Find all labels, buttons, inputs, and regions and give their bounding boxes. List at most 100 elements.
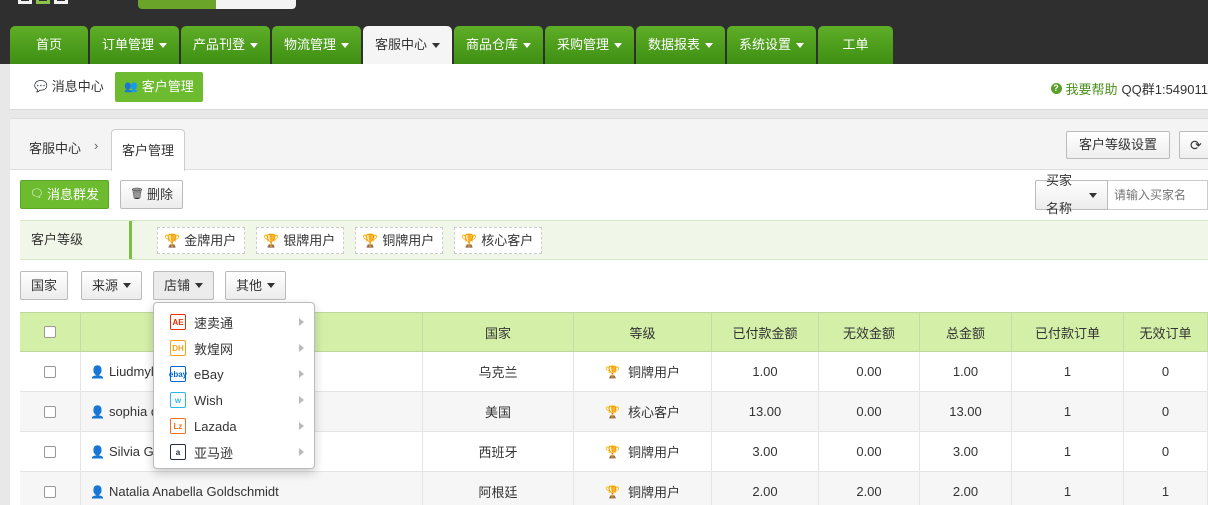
question-icon: ?: [1050, 83, 1062, 94]
level-tag-label: 银牌用户: [283, 233, 336, 248]
cell-invalid_orders: 0: [1124, 352, 1208, 391]
breadcrumb-separator: ›: [94, 138, 99, 153]
breadcrumb-current-tab[interactable]: 客户管理: [111, 129, 185, 171]
store-option-label: eBay: [194, 366, 224, 382]
trophy-icon: 🏆: [362, 233, 379, 248]
platform-logo-icon: ebay: [169, 366, 187, 382]
nav-tab-label: 客服中心: [375, 37, 428, 52]
header-cell-5: 无效金额: [819, 313, 920, 351]
brand-pill-left: [138, 0, 216, 9]
cell-country: 乌克兰: [423, 352, 574, 391]
chevron-right-icon: [299, 318, 304, 326]
cell-total: 1.00: [920, 352, 1012, 391]
chevron-right-icon: [299, 344, 304, 352]
refresh-button[interactable]: ⟳: [1179, 131, 1208, 159]
buyer-search-input[interactable]: [1108, 180, 1208, 210]
level-tag-1[interactable]: 🏆 银牌用户: [256, 227, 345, 254]
level-tag-2[interactable]: 🏆 铜牌用户: [355, 227, 444, 254]
cell-invalid: 0.00: [819, 352, 920, 391]
nav-tab-9[interactable]: 工单: [818, 26, 893, 64]
row-checkbox[interactable]: [44, 485, 56, 498]
nav-tab-5[interactable]: 商品仓库: [454, 26, 543, 64]
country-filter[interactable]: 国家: [20, 271, 69, 300]
store-option-2[interactable]: ebay eBay: [154, 361, 314, 387]
cell-paid_orders: 1: [1012, 472, 1124, 505]
level-tag-label: 核心客户: [481, 233, 534, 248]
nav-tab-0[interactable]: 首页: [10, 26, 88, 64]
help-link[interactable]: 我要帮助: [1066, 79, 1118, 98]
trophy-icon: 🏆: [164, 233, 181, 248]
chevron-down-icon: [195, 283, 204, 288]
trophy-icon: 🏆: [263, 233, 280, 248]
help-area: ? 我要帮助 QQ群1:549011: [1050, 79, 1208, 98]
row-checkbox[interactable]: [44, 445, 56, 458]
level-tag-0[interactable]: 🏆 金牌用户: [157, 227, 246, 254]
chevron-down-icon: [796, 42, 805, 48]
breadcrumb-home[interactable]: 客服中心: [29, 138, 81, 157]
nav-tab-3[interactable]: 物流管理: [272, 26, 361, 64]
cell-paid_orders: 1: [1012, 392, 1124, 431]
store-filter[interactable]: 店铺: [153, 271, 215, 300]
level-text: 铜牌用户: [627, 445, 680, 460]
trophy-icon: 🏆: [605, 444, 620, 459]
nav-tab-6[interactable]: 采购管理: [545, 26, 634, 64]
source-filter[interactable]: 来源: [81, 271, 143, 300]
chat-icon: 🗨: [30, 188, 44, 200]
chevron-right-icon: [299, 370, 304, 378]
nav-tab-4[interactable]: 客服中心: [363, 26, 452, 64]
cell-level: 🏆 核心客户: [574, 392, 712, 431]
header-cell-3: 等级: [574, 313, 712, 351]
table-row[interactable]: 👤 Natalia Anabella Goldschmidt 阿根廷 🏆 铜牌用户 2.0…: [20, 472, 1208, 505]
customer-level-filter: 客户等级 🏆 金牌用户 🏆 银牌用户 🏆 铜牌用户 🏆 核心客户: [20, 220, 1208, 260]
customer-name: Natalia Anabella Goldschmidt: [108, 484, 279, 499]
nav-tab-7[interactable]: 数据报表: [636, 26, 725, 64]
buyer-field-select[interactable]: 买家名称: [1035, 173, 1108, 216]
cell-chk: [20, 472, 81, 505]
nav-tab-1[interactable]: 订单管理: [90, 26, 179, 64]
store-option-4[interactable]: Lz Lazada: [154, 413, 314, 439]
select-all-checkbox[interactable]: [44, 326, 56, 338]
store-option-label: 敦煌网: [194, 341, 234, 357]
store-option-0[interactable]: AE 速卖通: [154, 309, 314, 335]
nav-tab-8[interactable]: 系统设置: [727, 26, 816, 64]
store-option-3[interactable]: w Wish: [154, 387, 314, 413]
header-cell-0[interactable]: [20, 313, 81, 351]
header-cell-2: 国家: [423, 313, 574, 351]
chat-icon: 💬: [34, 81, 48, 93]
trophy-icon: 🏆: [605, 404, 620, 419]
chevron-down-icon: [341, 42, 350, 48]
cell-country: 西班牙: [423, 432, 574, 471]
trophy-icon: 🏆: [461, 233, 478, 248]
chevron-down-icon: [123, 283, 132, 288]
nav-tab-label: 工单: [842, 37, 869, 52]
store-option-1[interactable]: DH 敦煌网: [154, 335, 314, 361]
store-option-5[interactable]: a 亚马逊: [154, 439, 314, 465]
message-center-link[interactable]: 💬 消息中心: [34, 72, 104, 102]
other-filter[interactable]: 其他: [225, 271, 287, 300]
cell-paid: 1.00: [712, 352, 819, 391]
level-tag-3[interactable]: 🏆 核心客户: [454, 227, 543, 254]
level-settings-button[interactable]: 客户等级设置: [1066, 131, 1171, 159]
cell-invalid: 2.00: [819, 472, 920, 505]
chevron-down-icon: [432, 42, 441, 48]
qq-group-text: QQ群1:549011: [1121, 82, 1208, 97]
nav-tab-label: 产品刊登: [193, 37, 246, 52]
broadcast-button[interactable]: 🗨 消息群发: [20, 180, 109, 209]
platform-logo-icon: w: [170, 392, 186, 408]
cell-chk: [20, 432, 81, 471]
level-text: 铜牌用户: [627, 485, 680, 500]
cell-invalid_orders: 1: [1124, 472, 1208, 505]
cell-invalid: 0.00: [819, 432, 920, 471]
delete-button[interactable]: 🗑 删除: [120, 180, 183, 209]
trophy-icon: 🏆: [605, 484, 620, 499]
cell-total: 2.00: [920, 472, 1012, 505]
row-checkbox[interactable]: [44, 365, 56, 378]
header-cell-4: 已付款金额: [712, 313, 819, 351]
cell-country: 美国: [423, 392, 574, 431]
store-option-label: Lazada: [194, 418, 237, 434]
nav-tab-label: 系统设置: [739, 37, 792, 52]
nav-tab-2[interactable]: 产品刊登: [181, 26, 270, 64]
row-checkbox[interactable]: [44, 405, 56, 418]
cell-level: 🏆 铜牌用户: [574, 432, 712, 471]
customer-manage-link[interactable]: 👥 客户管理: [115, 72, 203, 102]
